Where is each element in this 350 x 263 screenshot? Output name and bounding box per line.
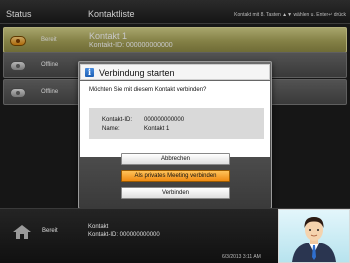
contact-list-header: Kontaktliste xyxy=(88,9,135,19)
header-bar: Status Kontaktliste Kontakt mit 8. Taste… xyxy=(0,0,350,24)
detail-id-value: 000000000000 xyxy=(144,117,185,123)
info-icon: i xyxy=(85,68,94,77)
private-meeting-button[interactable]: Als privates Meeting verbinden xyxy=(121,170,230,182)
own-contact-name: Kontakt xyxy=(88,224,109,230)
self-view-preview xyxy=(278,209,350,263)
dialog-body: Möchten Sie mit diesem Kontakt verbinden… xyxy=(80,81,270,157)
navigation-hint: Kontakt mit 8. Tasten ▲▼ wählen u. Enter… xyxy=(234,12,346,18)
detail-name-value: Kontakt 1 xyxy=(144,126,170,132)
dialog-title: Verbindung starten xyxy=(99,68,175,78)
dialog-titlebar: i Verbindung starten xyxy=(80,64,270,80)
self-view-avatar xyxy=(292,217,336,262)
own-status: Bereit xyxy=(42,228,58,234)
own-contact-id: Kontakt-ID: 000000000000 xyxy=(88,232,160,238)
connect-button[interactable]: Verbinden xyxy=(121,187,230,199)
contact-details: Kontakt-ID: 000000000000 Name: Kontakt 1 xyxy=(89,108,264,139)
date-time: 6/3/2013 3:11 AM xyxy=(222,254,261,260)
home-icon xyxy=(13,225,31,239)
connect-dialog: i Verbindung starten Möchten Sie mit die… xyxy=(78,61,272,209)
detail-id-label: Kontakt-ID: xyxy=(102,117,133,123)
dialog-question: Möchten Sie mit diesem Kontakt verbinden… xyxy=(89,87,207,93)
status-column-header: Status xyxy=(6,9,32,19)
cancel-button[interactable]: Abbrechen xyxy=(121,153,230,165)
detail-name-label: Name: xyxy=(102,126,120,132)
